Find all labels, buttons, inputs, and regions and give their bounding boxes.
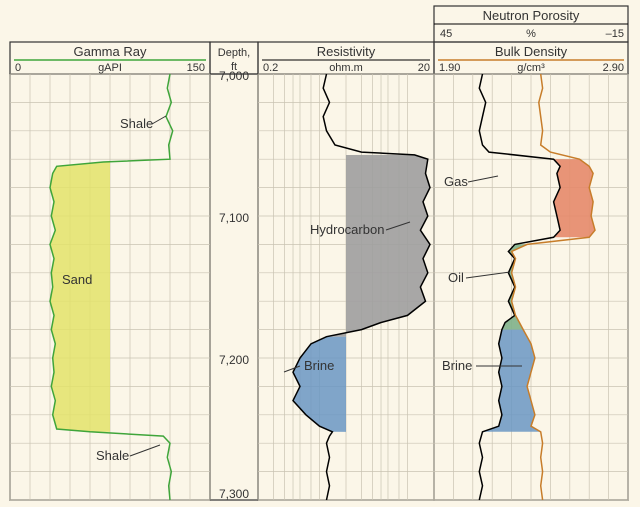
den-title: Bulk Density xyxy=(495,44,568,59)
neutron-min: 45 xyxy=(440,28,452,40)
label-shale-upper: Shale xyxy=(120,116,153,131)
label-gas: Gas xyxy=(444,174,468,189)
res-unit: ohm.m xyxy=(329,62,363,74)
label-shale-lower: Shale xyxy=(96,448,129,463)
res-title: Resistivity xyxy=(317,44,376,59)
res-min: 0.2 xyxy=(263,62,278,74)
gr-min: 0 xyxy=(15,62,21,74)
depth-7000: 7,000 xyxy=(219,69,249,83)
label-brine-dn: Brine xyxy=(442,358,472,373)
gr-max: 150 xyxy=(187,62,205,74)
res-max: 20 xyxy=(418,62,430,74)
well-log-chart: Neutron Porosity 45 % –15 Gamma Ray 0 gA… xyxy=(0,0,640,507)
den-unit: g/cm³ xyxy=(517,62,545,74)
gr-title: Gamma Ray xyxy=(74,44,147,59)
depth-7300: 7,300 xyxy=(219,487,249,501)
depth-7100: 7,100 xyxy=(219,211,249,225)
depth-7200: 7,200 xyxy=(219,353,249,367)
neutron-curve xyxy=(479,74,560,500)
den-max: 2.90 xyxy=(603,62,624,74)
neutron-title: Neutron Porosity xyxy=(483,8,580,23)
den-min: 1.90 xyxy=(439,62,460,74)
label-sand: Sand xyxy=(62,272,92,287)
neutron-unit: % xyxy=(526,28,536,40)
label-hydrocarbon: Hydrocarbon xyxy=(310,222,384,237)
label-brine-res: Brine xyxy=(304,358,334,373)
label-oil: Oil xyxy=(448,270,464,285)
depth-title-1: Depth, xyxy=(218,47,250,59)
gr-unit: gAPI xyxy=(98,62,122,74)
sand-fill xyxy=(50,162,110,432)
neutron-max: –15 xyxy=(606,28,624,40)
density-curve xyxy=(512,74,595,500)
